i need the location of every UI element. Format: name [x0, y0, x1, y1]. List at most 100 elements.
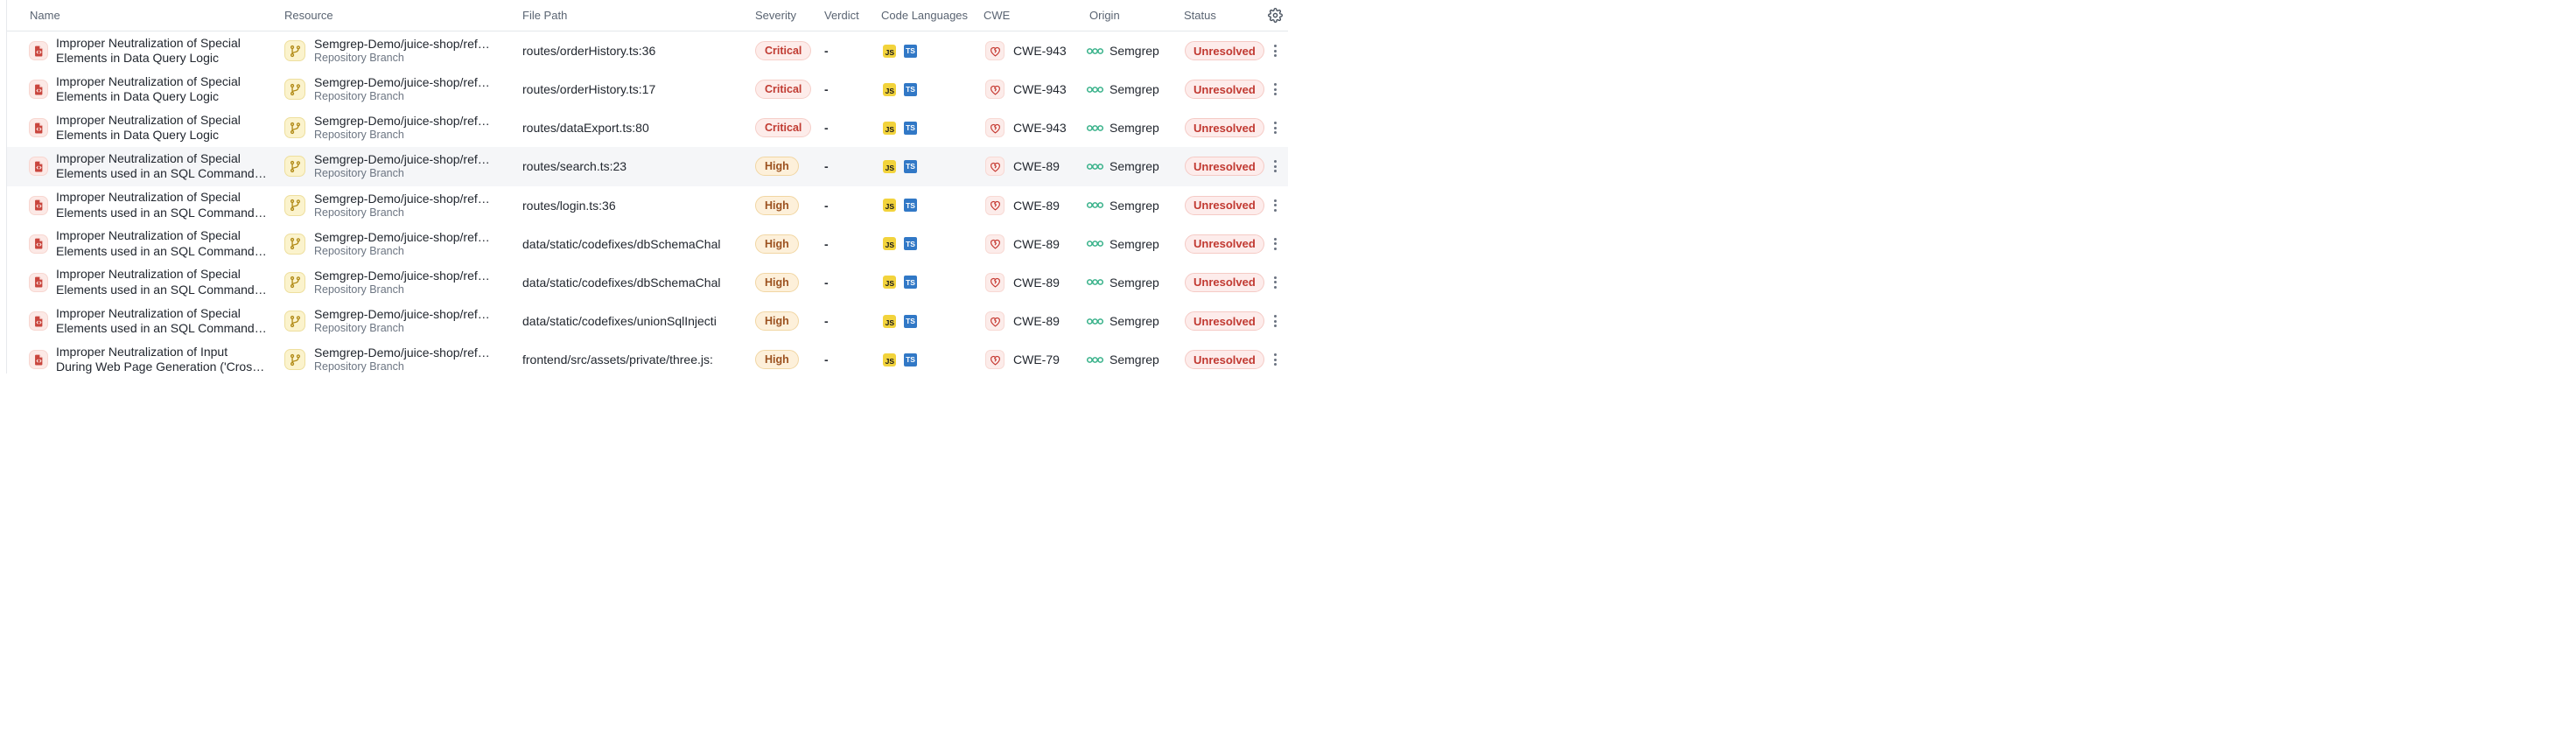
cwe-id: CWE-943 — [1013, 82, 1067, 96]
typescript-language-icon: TS — [904, 83, 917, 96]
cwe-id: CWE-943 — [1013, 121, 1067, 135]
column-header-cwe[interactable]: CWE — [977, 9, 1084, 22]
broken-heart-icon — [985, 80, 1004, 99]
kebab-menu-icon[interactable] — [1270, 234, 1281, 254]
file-code-icon — [29, 350, 48, 369]
severity-badge: Critical — [755, 118, 811, 137]
verdict-value: - — [821, 121, 875, 135]
file-code-icon — [29, 118, 48, 137]
cwe-id: CWE-89 — [1013, 276, 1060, 290]
kebab-menu-icon[interactable] — [1270, 118, 1281, 137]
origin-name: Semgrep — [1110, 314, 1159, 328]
javascript-language-icon: JS — [883, 276, 896, 289]
kebab-menu-icon[interactable] — [1270, 157, 1281, 176]
kebab-menu-icon[interactable] — [1270, 311, 1281, 331]
resource-name: Semgrep-Demo/juice-shop/ref… — [314, 192, 490, 206]
kebab-menu-icon[interactable] — [1270, 196, 1281, 215]
column-header-code-languages[interactable]: Code Languages — [875, 9, 977, 22]
resource-type: Repository Branch — [314, 245, 490, 258]
file-code-icon — [29, 157, 48, 176]
table-header-row: Name Resource File Path Severity Verdict… — [7, 0, 1288, 31]
cwe-id: CWE-79 — [1013, 353, 1060, 367]
file-code-icon — [29, 311, 48, 331]
severity-badge: High — [755, 234, 799, 254]
verdict-value: - — [821, 159, 875, 173]
semgrep-logo-icon — [1087, 201, 1103, 209]
broken-heart-icon — [985, 41, 1004, 60]
git-branch-icon — [284, 311, 305, 332]
semgrep-logo-icon — [1087, 278, 1103, 286]
resource-type: Repository Branch — [314, 90, 490, 103]
file-path: routes/orderHistory.ts:36 — [516, 44, 749, 58]
status-badge: Unresolved — [1185, 234, 1264, 254]
verdict-value: - — [821, 199, 875, 213]
verdict-value: - — [821, 44, 875, 58]
semgrep-logo-icon — [1087, 86, 1103, 94]
file-code-icon — [29, 273, 48, 292]
file-code-icon — [29, 80, 48, 99]
verdict-value: - — [821, 314, 875, 328]
kebab-menu-icon[interactable] — [1270, 41, 1281, 60]
origin-name: Semgrep — [1110, 199, 1159, 213]
git-branch-icon — [284, 156, 305, 177]
resource-type: Repository Branch — [314, 52, 490, 65]
broken-heart-icon — [985, 118, 1004, 137]
cwe-id: CWE-89 — [1013, 159, 1060, 173]
column-header-origin[interactable]: Origin — [1084, 9, 1179, 22]
typescript-language-icon: TS — [904, 237, 917, 250]
resource-name: Semgrep-Demo/juice-shop/ref… — [314, 37, 490, 52]
column-header-resource[interactable]: Resource — [277, 9, 516, 22]
semgrep-logo-icon — [1087, 240, 1103, 248]
broken-heart-icon — [985, 311, 1004, 331]
column-header-name[interactable]: Name — [7, 9, 277, 22]
resource-type: Repository Branch — [314, 167, 490, 180]
finding-row[interactable]: Improper Neutralization of Special Eleme… — [7, 31, 1288, 70]
finding-row[interactable]: Improper Neutralization of Input During … — [7, 340, 1288, 379]
findings-table: Name Resource File Path Severity Verdict… — [6, 0, 1288, 374]
file-path: data/static/codefixes/unionSqlInjecti — [516, 314, 749, 328]
column-header-status[interactable]: Status — [1179, 9, 1264, 22]
typescript-language-icon: TS — [904, 353, 917, 367]
severity-badge: Critical — [755, 41, 811, 60]
finding-row[interactable]: Improper Neutralization of Special Eleme… — [7, 225, 1288, 263]
origin-name: Semgrep — [1110, 44, 1159, 58]
file-path: routes/orderHistory.ts:17 — [516, 82, 749, 96]
verdict-value: - — [821, 353, 875, 367]
javascript-language-icon: JS — [883, 83, 896, 96]
git-branch-icon — [284, 195, 305, 216]
finding-row[interactable]: Improper Neutralization of Special Eleme… — [7, 147, 1288, 185]
finding-row[interactable]: Improper Neutralization of Special Eleme… — [7, 302, 1288, 340]
kebab-menu-icon[interactable] — [1270, 273, 1281, 292]
finding-name: Improper Neutralization of Special Eleme… — [56, 74, 241, 105]
status-badge: Unresolved — [1185, 157, 1264, 176]
column-header-file-path[interactable]: File Path — [516, 9, 749, 22]
resource-name: Semgrep-Demo/juice-shop/ref… — [314, 114, 490, 129]
file-code-icon — [29, 234, 48, 254]
typescript-language-icon: TS — [904, 276, 917, 289]
column-header-verdict[interactable]: Verdict — [821, 9, 875, 22]
finding-row[interactable]: Improper Neutralization of Special Eleme… — [7, 70, 1288, 108]
kebab-menu-icon[interactable] — [1270, 80, 1281, 99]
file-path: routes/dataExport.ts:80 — [516, 121, 749, 135]
file-path: data/static/codefixes/dbSchemaChal — [516, 276, 749, 290]
semgrep-logo-icon — [1087, 47, 1103, 55]
cwe-id: CWE-89 — [1013, 314, 1060, 328]
finding-row[interactable]: Improper Neutralization of Special Eleme… — [7, 108, 1288, 147]
typescript-language-icon: TS — [904, 199, 917, 212]
status-badge: Unresolved — [1185, 311, 1264, 331]
finding-name: Improper Neutralization of Special Eleme… — [56, 228, 267, 259]
origin-name: Semgrep — [1110, 159, 1159, 173]
column-header-severity[interactable]: Severity — [749, 9, 821, 22]
table-body: Improper Neutralization of Special Eleme… — [7, 31, 1288, 379]
finding-name: Improper Neutralization of Special Eleme… — [56, 190, 267, 220]
javascript-language-icon: JS — [883, 315, 896, 328]
gear-icon[interactable] — [1266, 7, 1284, 24]
javascript-language-icon: JS — [883, 45, 896, 58]
finding-row[interactable]: Improper Neutralization of Special Eleme… — [7, 263, 1288, 302]
finding-row[interactable]: Improper Neutralization of Special Eleme… — [7, 186, 1288, 225]
kebab-menu-icon[interactable] — [1270, 350, 1281, 369]
file-path: routes/login.ts:36 — [516, 199, 749, 213]
javascript-language-icon: JS — [883, 237, 896, 250]
finding-name: Improper Neutralization of Special Eleme… — [56, 267, 267, 297]
typescript-language-icon: TS — [904, 160, 917, 173]
